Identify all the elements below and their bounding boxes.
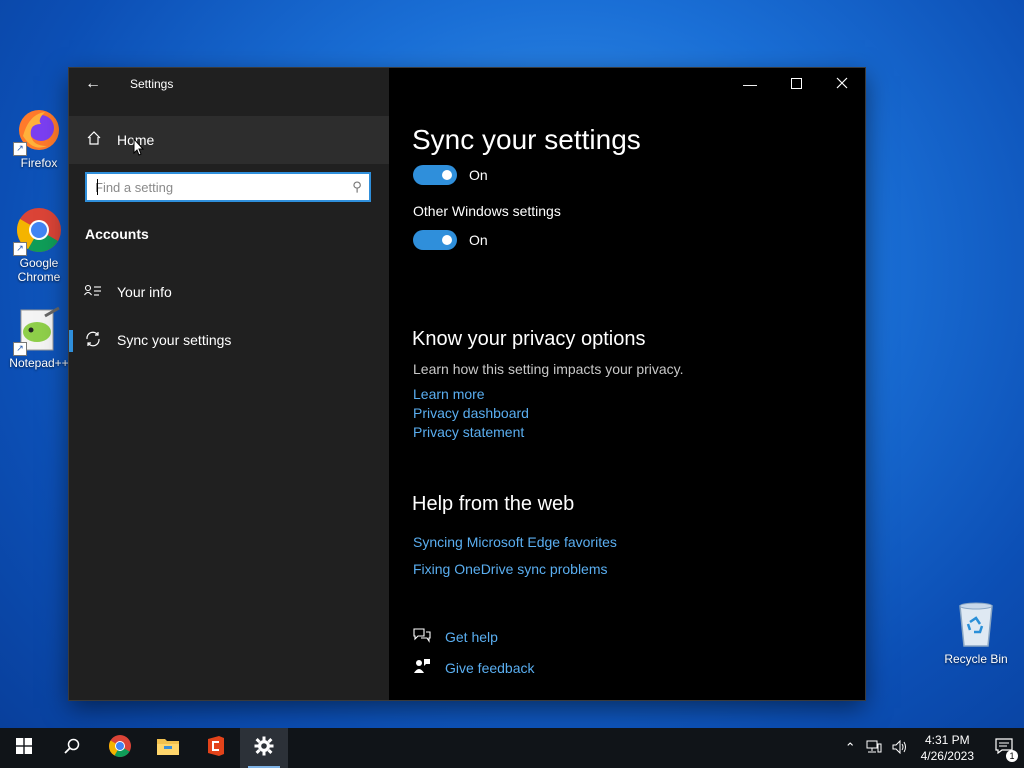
nav-item-sync-settings[interactable]: Sync your settings <box>69 318 389 362</box>
title-bar: ← Settings <box>69 68 389 100</box>
chrome-icon: ↗ <box>13 206 63 256</box>
taskbar: ⌃ 4:31 PM 4/26/2023 1 <box>0 728 1024 768</box>
nav-item-label: Your info <box>117 284 172 300</box>
contact-card-icon <box>69 284 117 301</box>
firefox-icon: ↗ <box>13 106 63 156</box>
other-settings-toggle-row: On <box>413 229 488 251</box>
mouse-cursor-icon <box>133 138 145 156</box>
recycle-bin-icon <box>954 600 998 648</box>
minimize-icon: — <box>743 76 757 92</box>
folder-icon <box>156 736 180 761</box>
shortcut-arrow-icon: ↗ <box>13 142 27 156</box>
section-title: Accounts <box>85 226 149 242</box>
toggle-state-label: On <box>469 167 488 183</box>
learn-more-link[interactable]: Learn more <box>413 386 485 402</box>
text-caret <box>97 179 98 195</box>
sync-toggle-row: On <box>413 164 488 186</box>
notepadpp-icon: ↗ <box>13 306 63 356</box>
desktop-icon-label: Firefox <box>20 156 58 170</box>
search-box[interactable]: ⚲ <box>85 172 371 202</box>
taskbar-settings[interactable] <box>240 728 288 768</box>
other-windows-settings-label: Other Windows settings <box>413 203 561 219</box>
desktop-icon-label: Recycle Bin <box>944 652 1008 666</box>
windows-logo-icon <box>16 737 32 759</box>
volume-icon[interactable] <box>892 739 908 757</box>
back-arrow-icon: ← <box>85 75 101 92</box>
close-button[interactable] <box>819 68 865 100</box>
desktop-icon-label: Notepad++ <box>9 356 69 370</box>
toggle-knob <box>442 235 452 245</box>
page-title: Sync your settings <box>412 124 641 155</box>
close-icon <box>836 76 848 92</box>
privacy-heading: Know your privacy options <box>412 328 646 350</box>
search-icon[interactable]: ⚲ <box>345 179 369 195</box>
search-input[interactable] <box>87 178 345 196</box>
window-title: Settings <box>130 77 174 91</box>
nav-home[interactable]: Home <box>69 116 389 164</box>
desktop-icon-firefox[interactable]: ↗ Firefox <box>2 106 76 170</box>
help-link-edge-favorites[interactable]: Syncing Microsoft Edge favorites <box>413 534 617 550</box>
get-help-link[interactable]: Get help <box>445 629 498 645</box>
taskbar-office[interactable] <box>192 728 240 768</box>
shortcut-arrow-icon: ↗ <box>13 342 27 356</box>
toggle-state-label: On <box>469 232 488 248</box>
settings-window: ← Settings Home ⚲ Accounts Your info <box>69 68 865 700</box>
nav-item-your-info[interactable]: Your info <box>69 270 389 314</box>
maximize-button[interactable] <box>773 68 819 100</box>
give-feedback-link[interactable]: Give feedback <box>445 660 535 676</box>
toggle-knob <box>442 170 452 180</box>
nav-item-label: Sync your settings <box>117 332 232 348</box>
clock-time: 4:31 PM <box>924 733 970 747</box>
privacy-description: Learn how this setting impacts your priv… <box>413 361 684 377</box>
give-feedback-row[interactable]: Give feedback <box>413 658 535 678</box>
chevron-up-icon[interactable]: ⌃ <box>845 740 856 756</box>
privacy-statement-link[interactable]: Privacy statement <box>413 424 524 440</box>
search-icon <box>64 738 80 759</box>
maximize-icon <box>790 76 802 92</box>
help-link-onedrive-sync[interactable]: Fixing OneDrive sync problems <box>413 561 608 577</box>
privacy-dashboard-link[interactable]: Privacy dashboard <box>413 405 529 421</box>
shortcut-arrow-icon: ↗ <box>13 242 27 256</box>
desktop-icon-label: Google Chrome <box>17 256 61 284</box>
gear-icon <box>254 736 274 761</box>
chrome-icon <box>108 734 132 763</box>
action-center-button[interactable]: 1 <box>984 728 1024 768</box>
desktop-icon-chrome[interactable]: ↗ Google Chrome <box>2 206 76 284</box>
other-settings-toggle[interactable] <box>413 230 457 250</box>
feedback-icon <box>413 658 445 678</box>
home-icon <box>69 130 119 151</box>
network-icon[interactable] <box>866 740 882 757</box>
office-icon <box>206 735 226 762</box>
desktop-icon-recycle-bin[interactable]: Recycle Bin <box>940 600 1012 666</box>
desktop-icon-notepadpp[interactable]: ↗ Notepad++ <box>2 306 76 370</box>
notification-count-badge: 1 <box>1006 750 1018 762</box>
start-button[interactable] <box>0 728 48 768</box>
taskbar-file-explorer[interactable] <box>144 728 192 768</box>
clock[interactable]: 4:31 PM 4/26/2023 <box>921 732 974 764</box>
search-taskbar-button[interactable] <box>48 728 96 768</box>
sync-icon <box>69 330 117 351</box>
chat-help-icon <box>413 627 445 647</box>
taskbar-chrome[interactable] <box>96 728 144 768</box>
settings-content-pane: — Sync your settings On Other Windows se… <box>389 68 865 700</box>
clock-date: 4/26/2023 <box>920 749 974 763</box>
get-help-row[interactable]: Get help <box>413 627 498 647</box>
help-heading: Help from the web <box>412 493 575 515</box>
back-button[interactable]: ← <box>69 68 117 100</box>
system-tray: ⌃ 4:31 PM 4/26/2023 1 <box>840 728 1024 768</box>
minimize-button[interactable]: — <box>727 68 773 100</box>
sync-toggle[interactable] <box>413 165 457 185</box>
settings-nav-pane: ← Settings Home ⚲ Accounts Your info <box>69 68 389 700</box>
